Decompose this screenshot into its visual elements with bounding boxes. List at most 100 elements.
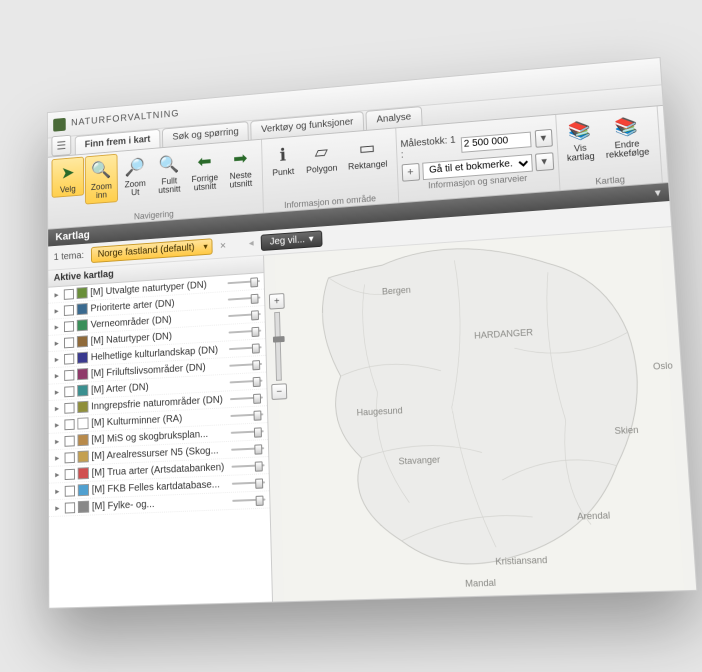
opacity-slider[interactable] — [230, 409, 263, 421]
opacity-slider[interactable] — [232, 477, 265, 488]
layers-sidebar: Aktive kartlag ▸[M] Utvalgte naturtyper … — [48, 256, 273, 608]
layer-checkbox[interactable] — [64, 435, 74, 446]
expand-icon[interactable]: ▸ — [52, 419, 61, 430]
jeg-vil-button[interactable]: Jeg vil... ▾ — [261, 230, 323, 251]
layer-symbol-icon — [77, 368, 88, 380]
opacity-slider[interactable] — [230, 376, 263, 388]
nav-icon-2: 🔎 — [123, 154, 147, 180]
nav-button-5[interactable]: ➡Neste utsnitt — [223, 142, 258, 194]
scale-dropdown-button[interactable]: ▾ — [534, 128, 552, 147]
theme-selected-label: Norge fastland (default) — [98, 242, 195, 259]
expand-icon[interactable]: ▸ — [53, 502, 62, 513]
layer-checkbox[interactable] — [64, 288, 74, 299]
expand-icon[interactable]: ▸ — [52, 403, 61, 414]
layer-checkbox[interactable] — [64, 304, 74, 315]
menu-toggle-button[interactable]: ☰ — [51, 135, 71, 157]
nav-label-2: Zoom Ut — [123, 179, 147, 198]
info-button-1[interactable]: ▱Polygon — [300, 135, 342, 179]
nav-label-5: Neste utsnitt — [228, 171, 253, 191]
opacity-slider[interactable] — [228, 309, 261, 321]
layer-name: [M] Fylke- og... — [92, 495, 230, 512]
layer-checkbox[interactable] — [64, 369, 74, 380]
nav-icon-0: ➤ — [56, 160, 80, 186]
info-button-2[interactable]: ▭Rektangel — [342, 131, 393, 175]
layer-checkbox[interactable] — [64, 321, 74, 332]
opacity-slider[interactable] — [231, 443, 264, 455]
theme-select[interactable]: Norge fastland (default) — [91, 238, 212, 263]
bookmark-go-button[interactable]: ▾ — [535, 152, 554, 171]
layer-name: [M] FKB Felles kartdatabase... — [92, 478, 229, 495]
expand-icon[interactable]: ▸ — [52, 338, 61, 349]
nav-button-2[interactable]: 🔎Zoom Ut — [118, 151, 152, 202]
layer-checkbox[interactable] — [64, 386, 74, 397]
layer-symbol-icon — [78, 501, 89, 513]
opacity-slider[interactable] — [232, 494, 265, 505]
expand-icon[interactable]: ▸ — [53, 486, 62, 497]
expand-icon[interactable]: ▸ — [52, 354, 61, 365]
tab-3[interactable]: Analyse — [365, 106, 422, 130]
expand-icon[interactable]: ▸ — [52, 305, 61, 316]
nav-button-4[interactable]: ⬅Forrige utsnitt — [186, 145, 223, 197]
layer-symbol-icon — [77, 352, 88, 364]
nav-label-1: Zoom inn — [90, 182, 114, 201]
kartlag-button-0[interactable]: 📚Vis kartlag — [560, 113, 600, 167]
nav-label-3: Fullt utsnitt — [157, 176, 181, 196]
map-pane[interactable]: BergenHARDANGERHaugesundStavangerKristia… — [264, 227, 696, 601]
nav-button-3[interactable]: 🔍Fullt utsnitt — [152, 148, 186, 199]
brand-text: NATURFORVALTNING — [71, 109, 179, 129]
opacity-slider[interactable] — [228, 326, 261, 338]
layer-symbol-icon — [77, 417, 88, 429]
nav-label-0: Velg — [60, 185, 76, 195]
opacity-slider[interactable] — [230, 393, 263, 405]
bookmark-add-button[interactable]: + — [401, 163, 419, 182]
theme-prev-icon[interactable]: ◂ — [249, 238, 254, 249]
opacity-slider[interactable] — [231, 426, 264, 438]
kartlag-icon-0: 📚 — [565, 117, 593, 145]
info-button-0[interactable]: ℹPunkt — [265, 138, 300, 181]
help-button-0[interactable]: ?Hjelp (engelsk) — [662, 104, 698, 159]
layer-symbol-icon — [78, 484, 89, 496]
layer-checkbox[interactable] — [64, 353, 74, 364]
layer-symbol-icon — [78, 451, 89, 463]
help-icon-0: ? — [671, 108, 698, 136]
expand-icon[interactable]: ▸ — [52, 436, 61, 447]
expand-icon[interactable]: ▸ — [53, 469, 62, 480]
collapse-panel-icon[interactable]: ▾ — [655, 187, 661, 198]
opacity-slider[interactable] — [231, 460, 264, 471]
nav-button-0[interactable]: ➤Velg — [52, 157, 85, 199]
nav-icon-3: 🔍 — [157, 151, 181, 177]
group-title-help: Hjelp — [666, 163, 698, 181]
layer-checkbox[interactable] — [65, 452, 75, 463]
layer-symbol-icon — [77, 303, 88, 315]
kartlag-label-0: Vis kartlag — [566, 143, 595, 164]
opacity-slider[interactable] — [227, 276, 260, 288]
layer-list: ▸[M] Utvalgte naturtyper (DN)▸Prioritert… — [48, 273, 272, 608]
help-label-0: Hjelp (engelsk) — [667, 134, 698, 156]
layer-checkbox[interactable] — [65, 468, 75, 479]
layer-checkbox[interactable] — [65, 502, 75, 513]
opacity-slider[interactable] — [229, 359, 262, 371]
zoom-in-button[interactable]: + — [269, 293, 285, 310]
zoom-slider[interactable] — [274, 312, 282, 381]
expand-icon[interactable]: ▸ — [52, 370, 61, 381]
expand-icon[interactable]: ▸ — [53, 452, 62, 463]
zoom-out-button[interactable]: − — [271, 383, 287, 400]
expand-icon[interactable]: ▸ — [52, 289, 61, 300]
layer-checkbox[interactable] — [65, 485, 75, 496]
nav-label-4: Forrige utsnitt — [191, 173, 218, 193]
nav-button-1[interactable]: 🔍Zoom inn — [85, 154, 118, 205]
map-zoom-tool: + − — [269, 293, 287, 400]
kartlag-button-1[interactable]: 📚Endre rekkefølge — [598, 109, 656, 164]
layer-symbol-icon — [78, 467, 89, 479]
opacity-slider[interactable] — [228, 293, 261, 305]
scale-input[interactable] — [460, 131, 531, 152]
brand-logo-icon — [53, 117, 66, 131]
layer-checkbox[interactable] — [64, 337, 74, 348]
expand-icon[interactable]: ▸ — [52, 321, 61, 332]
layer-checkbox[interactable] — [64, 402, 74, 413]
theme-close-icon[interactable]: × — [220, 240, 226, 252]
nav-icon-5: ➡ — [228, 145, 253, 171]
opacity-slider[interactable] — [229, 342, 262, 354]
layer-checkbox[interactable] — [64, 419, 74, 430]
expand-icon[interactable]: ▸ — [52, 386, 61, 397]
